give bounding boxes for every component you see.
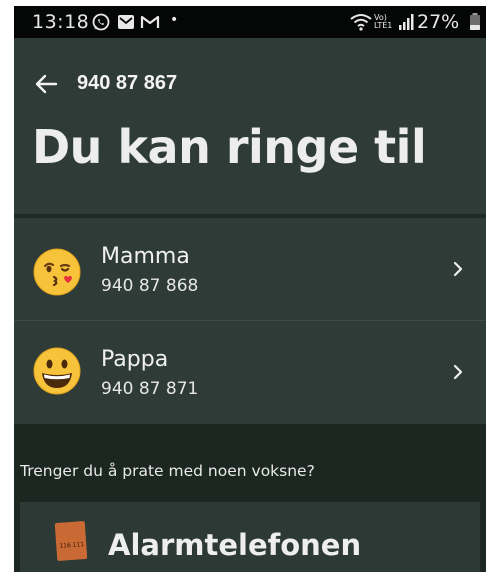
contact-name: Pappa <box>101 347 169 372</box>
contact-list: Mamma 940 87 868 Pappa 940 87 871 <box>14 218 486 424</box>
whatsapp-icon <box>92 13 110 31</box>
contact-item-pappa[interactable]: Pappa 940 87 871 <box>14 320 486 420</box>
alarm-title: Alarmtelefonen <box>108 528 362 562</box>
volte-label-bottom: LTE1 <box>374 21 393 30</box>
chevron-right-icon <box>453 261 463 277</box>
grinning-face-icon <box>33 347 81 395</box>
status-time: 13:18 <box>32 11 90 33</box>
contact-number: 940 87 868 <box>101 276 199 296</box>
battery-percent: 27% <box>417 11 460 33</box>
alarm-phone-card[interactable]: 116 111 Alarmtelefonen <box>20 502 480 572</box>
help-question: Trenger du å prate med noen voksne? <box>20 462 315 480</box>
back-arrow-icon[interactable] <box>34 72 58 96</box>
gmail-icon <box>140 15 160 28</box>
chevron-right-icon <box>453 364 463 380</box>
header: 940 87 867 Du kan ringe til <box>14 38 486 214</box>
page-title: Du kan ringe til <box>32 120 427 174</box>
contact-number: 940 87 871 <box>101 379 199 399</box>
signal-icon <box>399 14 414 30</box>
notification-dot: • <box>170 12 179 28</box>
contact-name: Mamma <box>101 244 190 269</box>
mail-icon <box>118 15 134 29</box>
phone-screen: 13:18 • Vo) LTE1 27% 940 87 867 Du kan r… <box>14 6 486 572</box>
status-bar: 13:18 • Vo) LTE1 27% <box>14 6 486 38</box>
face-blowing-kiss-icon <box>33 248 81 296</box>
alarm-logo-text: 116 111 <box>59 541 85 550</box>
help-section: Trenger du å prate med noen voksne? 116 … <box>14 424 486 572</box>
contact-item-mamma[interactable]: Mamma 940 87 868 <box>14 218 486 318</box>
header-phone-number: 940 87 867 <box>77 72 178 94</box>
alarmtelefonen-logo-icon: 116 111 <box>54 520 88 562</box>
volte-icon: Vo) LTE1 <box>374 14 398 32</box>
wifi-icon <box>350 14 372 31</box>
battery-icon <box>470 13 480 30</box>
